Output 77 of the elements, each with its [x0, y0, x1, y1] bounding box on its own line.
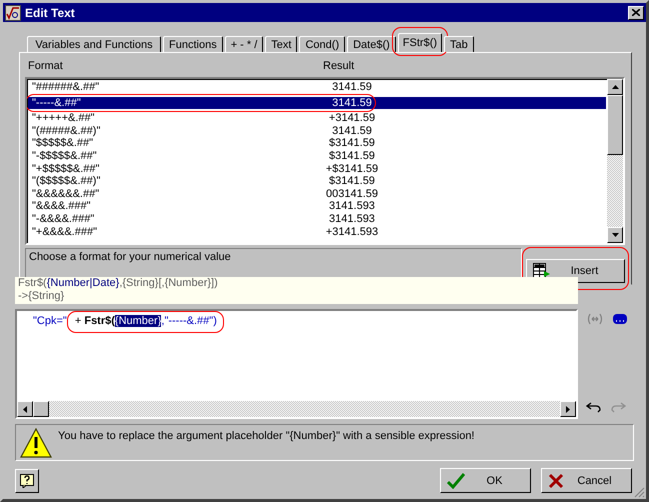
- tab[interactable]: Tab: [444, 36, 474, 52]
- format-text: "$$$$$&.##": [31, 137, 94, 150]
- x-icon: [548, 472, 564, 488]
- close-icon: [632, 9, 640, 16]
- scroll-down-icon: [612, 233, 618, 237]
- result-text: 3141.593: [328, 200, 376, 213]
- help-icon: [20, 474, 34, 488]
- undo-icon[interactable]: [586, 401, 602, 413]
- list-row[interactable]: "$$$$$&.##" $3141.59: [28, 137, 606, 150]
- result-text: 3141.59: [331, 81, 373, 94]
- tooltip-text: ->{String}: [18, 290, 66, 303]
- scroll-thumb[interactable]: [33, 401, 49, 417]
- column-header: Format: [27, 60, 64, 72]
- format-text: "-&&&&.###": [31, 212, 96, 226]
- list-row[interactable]: "+++++&.##" +3141.59: [28, 112, 606, 125]
- checkmark-icon: [447, 472, 465, 488]
- help-button[interactable]: [15, 468, 39, 492]
- tab[interactable]: FStr$(): [398, 33, 442, 52]
- expression-editor[interactable]: "Cpk=" + Fstr$({Number},"-----&.##"): [15, 309, 578, 419]
- format-text: "(#####&.##)": [31, 124, 102, 138]
- list-row[interactable]: "+$$$$$&.##" +$3141.59: [28, 162, 606, 176]
- code-text: "Cpk=": [33, 315, 67, 327]
- result-text: 003141.59: [325, 188, 379, 200]
- vertical-scrollbar[interactable]: [607, 79, 623, 243]
- list-row[interactable]: "+&&&&.###" +3141.593: [28, 226, 606, 238]
- tab[interactable]: Text: [265, 36, 298, 52]
- column-header: Result: [323, 60, 354, 72]
- warning-icon: [20, 428, 52, 458]
- format-text: "($$$$$&.##)": [31, 175, 102, 188]
- code-text: ,"-----&.##"): [161, 315, 217, 327]
- list-row[interactable]: "-&&&&.###" 3141.593: [28, 212, 606, 226]
- format-text: "&&&&.###": [31, 200, 92, 213]
- format-text: "+$$$$$&.##": [31, 162, 100, 176]
- tab[interactable]: Functions: [163, 36, 223, 52]
- result-text: 3141.593: [328, 212, 376, 226]
- list-row[interactable]: "&&&&&&.##" 003141.59: [28, 188, 606, 200]
- result-text: +3141.593: [324, 226, 380, 238]
- tab[interactable]: Date$(): [347, 36, 396, 52]
- result-text: $3141.59: [328, 137, 376, 150]
- dots-button-icon[interactable]: [612, 313, 628, 325]
- list-row[interactable]: "-$$$$$&.##" $3141.59: [28, 150, 606, 163]
- tab[interactable]: + - * /: [224, 36, 264, 52]
- tab[interactable]: Variables and Functions: [27, 36, 161, 52]
- table-arrow-icon: [533, 263, 551, 279]
- tab[interactable]: Cond(): [299, 36, 346, 52]
- format-text: "######&.##": [31, 81, 100, 94]
- horizontal-scrollbar[interactable]: [17, 401, 576, 417]
- format-text: "+&&&&.###": [31, 226, 98, 238]
- list-row[interactable]: "&&&&.###" 3141.593: [28, 200, 606, 213]
- cancel-button[interactable]: Cancel: [541, 468, 632, 493]
- list-row[interactable]: "-----&.##" 3141.59: [28, 96, 606, 110]
- result-text: 3141.59: [331, 96, 373, 110]
- list-row[interactable]: "(#####&.##)" 3141.59: [28, 124, 606, 138]
- list-row[interactable]: "######&.##" 3141.59: [28, 81, 606, 94]
- resize-grip-icon: [634, 487, 645, 498]
- result-text: +3141.59: [328, 112, 376, 125]
- result-text: 3141.59: [331, 124, 373, 138]
- result-text: $3141.59: [328, 175, 376, 188]
- close-button[interactable]: [628, 6, 644, 20]
- scroll-right-icon: [566, 406, 570, 412]
- list-row[interactable]: "($$$$$&.##)" $3141.59: [28, 175, 606, 188]
- format-text: "-$$$$$&.##": [31, 150, 98, 163]
- result-text: $3141.59: [328, 150, 376, 163]
- scroll-up-icon: [612, 85, 618, 89]
- ok-button[interactable]: OK: [440, 468, 531, 493]
- code-text: +: [74, 315, 82, 327]
- scroll-thumb[interactable]: [607, 95, 623, 155]
- code-text: {Number}: [114, 315, 162, 327]
- format-text: "&&&&&&.##": [31, 188, 100, 200]
- format-text: "-----&.##": [31, 96, 82, 110]
- code-text: Fstr$(: [84, 315, 115, 327]
- window-title: Edit Text: [25, 6, 76, 20]
- warning-text: You have to replace the argument placeholder "{Number}" with a sensible expression!: [58, 429, 474, 442]
- result-text: +$3141.59: [324, 162, 380, 176]
- format-text: "+++++&.##": [31, 112, 96, 125]
- tooltip-text: Fstr$({Number|Date},{String}[,{Number}]): [18, 277, 219, 290]
- scroll-left-icon: [23, 406, 27, 412]
